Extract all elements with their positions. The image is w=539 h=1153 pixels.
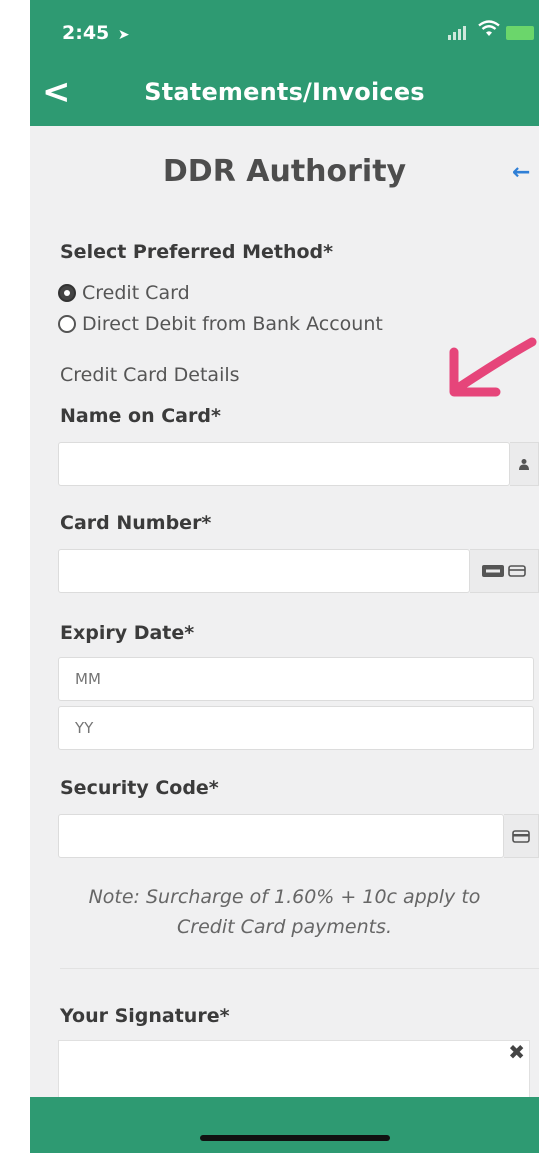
card-number-input[interactable] [58, 549, 470, 593]
home-indicator [200, 1135, 390, 1141]
signal-bars-icon [448, 26, 466, 40]
bottom-bar [30, 1097, 539, 1153]
security-code-label: Security Code* [60, 777, 219, 799]
signature-pad[interactable] [58, 1040, 530, 1101]
credit-card-brands-icon [470, 549, 539, 593]
section-divider [60, 968, 539, 969]
surcharge-note: Note: Surcharge of 1.60% + 10c apply to … [30, 882, 539, 942]
status-time: 2:45 ➤ [62, 22, 130, 44]
pink-arrow-annotation-icon [449, 337, 537, 397]
surcharge-note-line1: Note: Surcharge of 1.60% + 10c apply to [88, 886, 481, 908]
credit-card-icon [504, 814, 539, 858]
security-code-input[interactable] [58, 814, 504, 858]
radio-direct-debit[interactable]: Direct Debit from Bank Account [58, 313, 383, 335]
nav-title: Statements/Invoices [144, 78, 425, 106]
credit-card-glyph-icon [512, 829, 530, 843]
battery-charging-icon [506, 26, 534, 40]
signature-label: Your Signature* [60, 1005, 230, 1027]
name-on-card-input[interactable] [58, 442, 510, 486]
user-icon-glyph [519, 459, 529, 470]
user-icon [510, 442, 539, 486]
radio-checked-icon[interactable] [58, 284, 76, 302]
method-label: Select Preferred Method* [60, 241, 334, 263]
name-on-card-label: Name on Card* [60, 405, 221, 427]
expiry-date-label: Expiry Date* [60, 622, 195, 644]
expiry-year-input[interactable] [58, 706, 534, 750]
page-title: DDR Authority [162, 154, 407, 189]
nav-bar: < Statements/Invoices [30, 64, 539, 126]
visa-card-icon [482, 565, 504, 577]
location-arrow-icon: ➤ [117, 27, 130, 43]
arrow-left-icon[interactable]: ← [512, 160, 530, 185]
phone-screen: 2:45 ➤ < Statements/Invoices DDR Authori… [30, 0, 539, 1153]
radio-credit-card[interactable]: Credit Card [58, 282, 190, 304]
expiry-month-input[interactable] [58, 657, 534, 701]
wifi-icon [478, 20, 500, 36]
surcharge-note-line2: Credit Card payments. [177, 916, 392, 938]
status-time-text: 2:45 [62, 22, 110, 44]
card-section-label: Credit Card Details [60, 364, 240, 386]
close-icon[interactable]: ✖ [508, 1040, 525, 1064]
radio-direct-debit-label: Direct Debit from Bank Account [82, 313, 383, 335]
radio-credit-card-label: Credit Card [82, 282, 190, 304]
status-bar: 2:45 ➤ [30, 0, 539, 64]
card-outline-icon [508, 565, 526, 577]
card-number-label: Card Number* [60, 512, 212, 534]
radio-unchecked-icon[interactable] [58, 315, 76, 333]
